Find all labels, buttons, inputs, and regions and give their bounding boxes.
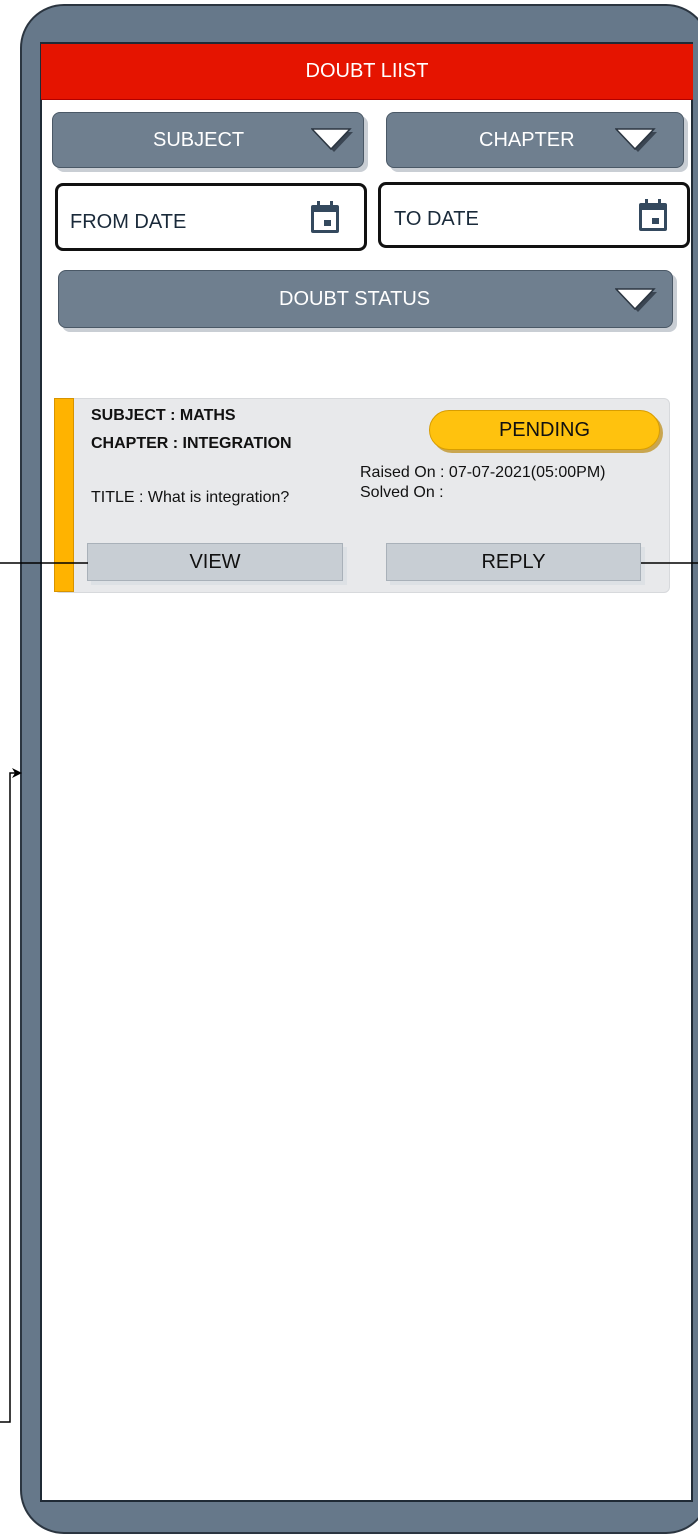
back-connector-line [0,772,16,1423]
flow-connectors [0,562,698,1423]
